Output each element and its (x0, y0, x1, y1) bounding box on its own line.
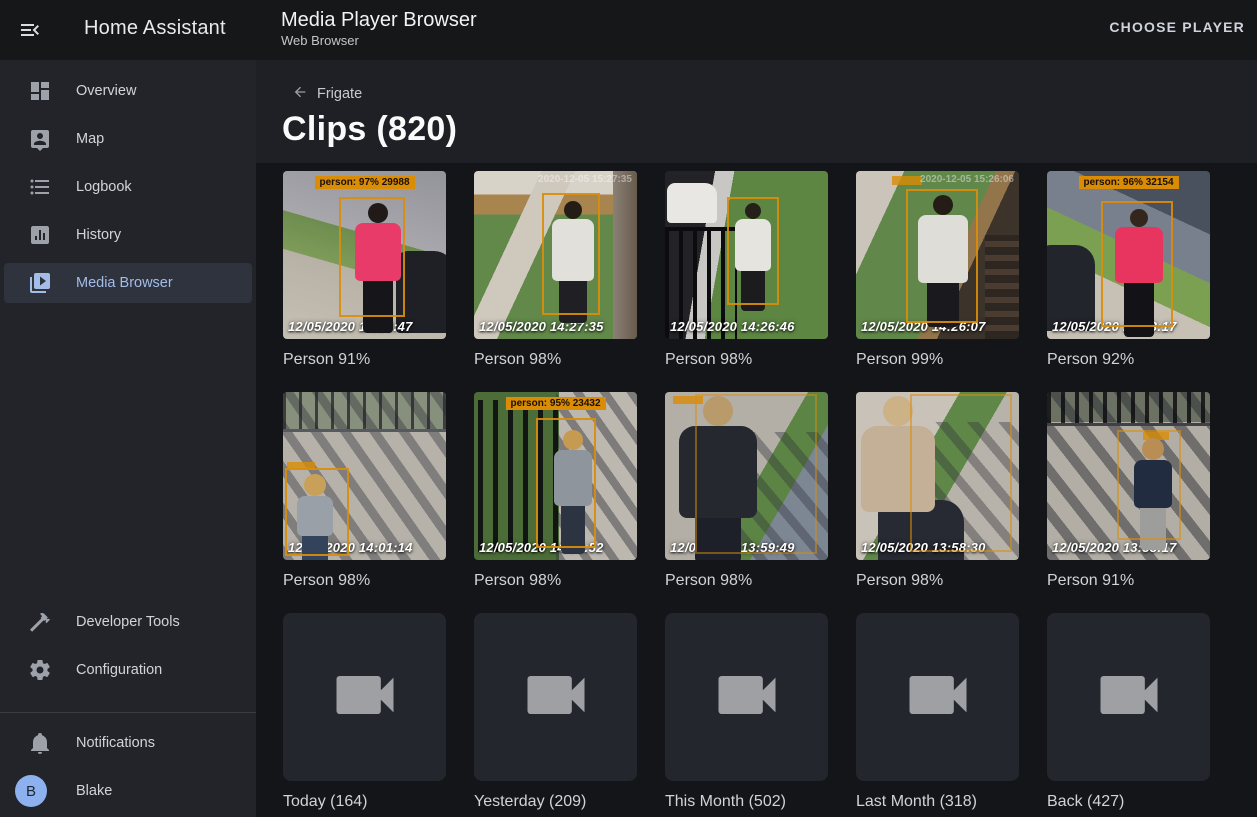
hammer-icon (28, 610, 52, 634)
sidebar-item-media-browser[interactable]: Media Browser (4, 263, 252, 303)
clip-thumbnail[interactable]: 12/05/2020 13:58:17 (1047, 392, 1210, 560)
folder-caption: Yesterday (209) (474, 793, 654, 813)
clip-thumbnail[interactable]: 12/05/2020 13:58:30 (856, 392, 1019, 560)
sidebar-item-history[interactable]: History (4, 215, 252, 255)
detection-bbox (1101, 201, 1173, 327)
sidebar-item-developer-tools[interactable]: Developer Tools (4, 602, 252, 642)
user-name: Blake (76, 783, 112, 799)
clip-caption: Person 98% (665, 572, 845, 592)
detection-bbox (339, 197, 405, 317)
clip-thumbnail[interactable]: 12/05/2020 13:59:49 (665, 392, 828, 560)
sidebar-item-map[interactable]: Map (4, 119, 252, 159)
detection-bbox (910, 394, 1012, 552)
video-icon (327, 657, 403, 738)
clip-caption: Person 91% (1047, 572, 1227, 592)
folder-caption: This Month (502) (665, 793, 845, 813)
folder-today[interactable] (283, 613, 446, 781)
clip-thumbnail[interactable]: 2020-12-05 15:26:06 12/05/2020 14:26:07 (856, 171, 1019, 339)
sidebar-divider (0, 712, 256, 713)
folder-caption: Last Month (318) (856, 793, 1036, 813)
sidebar-item-overview[interactable]: Overview (4, 71, 252, 111)
video-icon (709, 657, 785, 738)
clip-caption: Person 99% (856, 351, 1036, 371)
video-icon (900, 657, 976, 738)
railing-shape (283, 392, 446, 432)
sidebar-item-label: Notifications (76, 735, 155, 751)
clip-caption: Person 98% (856, 572, 1036, 592)
railing-shape (1047, 392, 1210, 426)
video-icon (518, 657, 594, 738)
sidebar-item-user[interactable]: Blake (4, 771, 252, 811)
detection-label: person: 95% 23432 (505, 397, 605, 410)
avatar-spacer (28, 779, 52, 803)
sidebar-item-label: Map (76, 131, 104, 147)
sidebar-item-label: Logbook (76, 179, 132, 195)
list-icon (28, 175, 52, 199)
mini-detection-label (892, 176, 922, 185)
dialog-title: Media Player Browser (281, 9, 477, 32)
app-title: Home Assistant (84, 17, 226, 40)
menu-toggle-button[interactable] (18, 18, 42, 42)
arrow-left-icon (292, 84, 308, 104)
camera-timestamp: 2020-12-05 15:27:35 (538, 174, 632, 185)
camera-timestamp: 2020-12-05 15:26:06 (920, 174, 1014, 185)
clip-caption: Person 92% (1047, 351, 1227, 371)
detection-label: person: 96% 32154 (1078, 176, 1178, 189)
clip-thumbnail[interactable]: person: 96% 32154 12/05/2020 14:03:17 (1047, 171, 1210, 339)
bar-chart-icon (28, 223, 52, 247)
bench-shape (985, 235, 1019, 339)
detection-bbox (906, 189, 978, 323)
detection-bbox (285, 468, 349, 556)
folder-last-month[interactable] (856, 613, 1019, 781)
detection-bbox (542, 193, 600, 315)
dialog-subtitle: Web Browser (281, 33, 359, 48)
clip-caption: Person 98% (474, 351, 654, 371)
porch-post-shape (613, 171, 637, 339)
sidebar-item-configuration[interactable]: Configuration (4, 650, 252, 690)
folder-caption: Back (427) (1047, 793, 1227, 813)
sidebar-item-label: Overview (76, 83, 136, 99)
bell-icon (28, 731, 52, 755)
clip-thumbnail[interactable]: person: 97% 29988 12/05/2020 14:36:47 (283, 171, 446, 339)
detection-bbox (536, 418, 596, 548)
map-account-icon (28, 127, 52, 151)
home-assistant-app: Home Assistant Media Player Browser Web … (0, 0, 1257, 817)
sidebar-item-logbook[interactable]: Logbook (4, 167, 252, 207)
clip-thumbnail[interactable]: 12/05/2020 14:26:46 (665, 171, 828, 339)
page-title: Clips (820) (282, 110, 457, 149)
folder-this-month[interactable] (665, 613, 828, 781)
choose-player-button[interactable]: CHOOSE PLAYER (1109, 19, 1245, 35)
clip-thumbnail[interactable]: 12/05/2020 14:01:14 (283, 392, 446, 560)
clip-caption: Person 98% (665, 351, 845, 371)
dashboard-icon (28, 79, 52, 103)
clip-caption: Person 91% (283, 351, 463, 371)
play-box-multiple-icon (28, 271, 52, 295)
breadcrumb-label: Frigate (317, 86, 362, 102)
video-icon (1091, 657, 1167, 738)
sidebar-item-notifications[interactable]: Notifications (4, 723, 252, 763)
sidebar: Overview Map Logbook History Media Brows… (0, 60, 256, 817)
clip-thumbnail[interactable]: 2020-12-05 15:27:35 12/05/2020 14:27:35 (474, 171, 637, 339)
detection-bbox (695, 394, 817, 554)
gear-icon (28, 658, 52, 682)
sidebar-item-label: Configuration (76, 662, 162, 678)
car-shape (667, 183, 717, 223)
detection-bbox (727, 197, 779, 305)
timestamp-overlay: 12/05/2020 14:26:46 (670, 319, 795, 334)
sidebar-item-label: Media Browser (76, 275, 173, 291)
clip-caption: Person 98% (283, 572, 463, 592)
clip-caption: Person 98% (474, 572, 654, 592)
detection-label: person: 97% 29988 (314, 176, 414, 189)
detection-bbox (1117, 430, 1181, 540)
app-bar: Home Assistant Media Player Browser Web … (0, 0, 1257, 60)
clip-thumbnail[interactable]: person: 95% 23432 12/05/2020 14:00:52 (474, 392, 637, 560)
folder-back[interactable] (1047, 613, 1210, 781)
sidebar-item-label: History (76, 227, 121, 243)
sidebar-item-label: Developer Tools (76, 614, 180, 630)
folder-yesterday[interactable] (474, 613, 637, 781)
menu-open-icon (18, 29, 42, 46)
breadcrumb[interactable]: Frigate (283, 84, 362, 104)
folder-caption: Today (164) (283, 793, 463, 813)
